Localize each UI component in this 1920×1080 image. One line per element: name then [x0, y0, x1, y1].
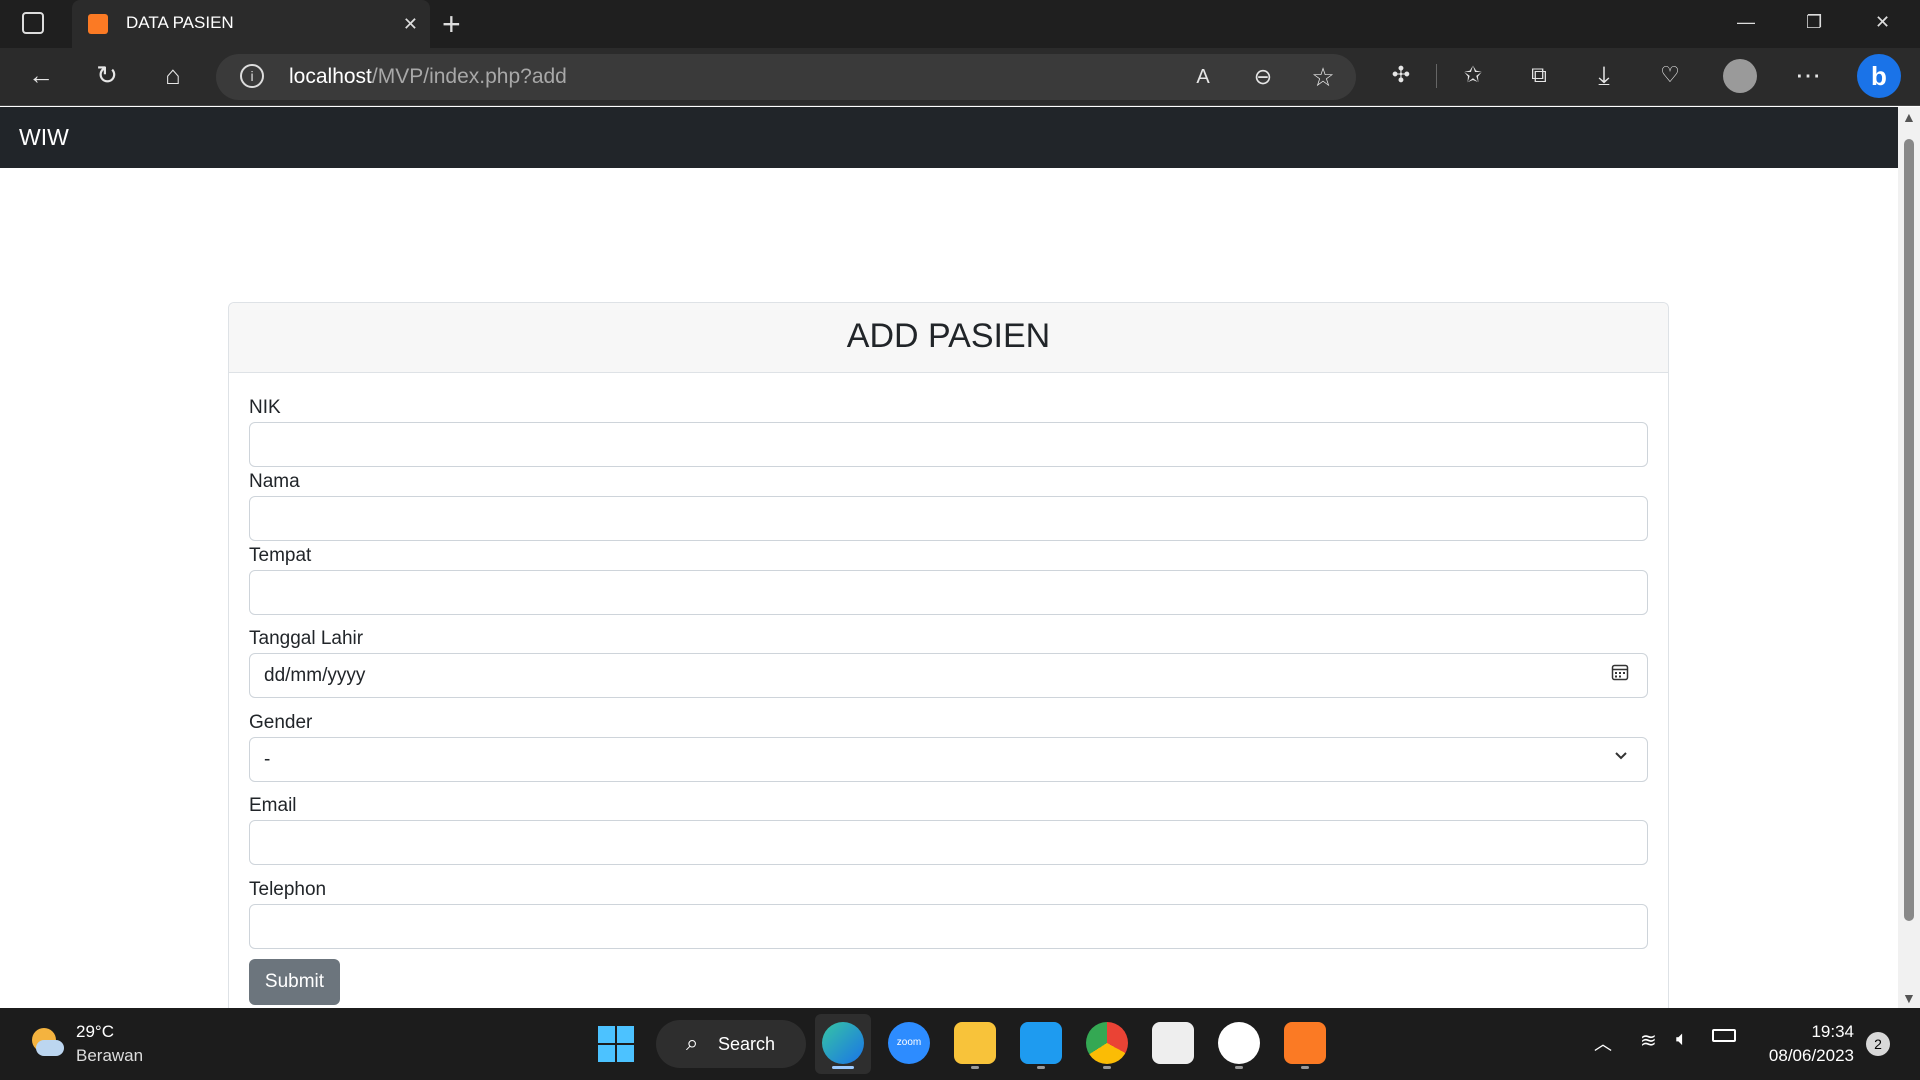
tempat-input[interactable]: [249, 570, 1648, 615]
form-title: ADD PASIEN: [846, 317, 1051, 355]
calendar-icon[interactable]: [1611, 663, 1629, 686]
telephon-input[interactable]: [249, 904, 1648, 949]
add-pasien-card: ADD PASIEN NIK Nama Tempat Tanggal Lahir…: [228, 302, 1669, 1008]
page-scrollbar[interactable]: ▲ ▼: [1898, 107, 1920, 1008]
tempat-label: Tempat: [249, 545, 312, 566]
gender-select[interactable]: -: [249, 737, 1648, 782]
search-icon: ⌕: [686, 1030, 699, 1055]
minimize-icon[interactable]: —: [1737, 12, 1755, 33]
tanggal-lahir-label: Tanggal Lahir: [249, 628, 364, 649]
refresh-icon[interactable]: ↻: [90, 58, 124, 92]
chevron-down-icon: [1613, 747, 1629, 768]
read-aloud-icon[interactable]: A: [1186, 60, 1220, 94]
browser-toolbar: ← ↻ ⌂ i localhost/MVP/index.php?add A ⊖ …: [0, 48, 1920, 106]
close-window-icon[interactable]: ✕: [1875, 12, 1890, 33]
nama-input[interactable]: [249, 496, 1648, 541]
notepad-icon[interactable]: [1218, 1022, 1260, 1064]
submit-button[interactable]: Submit: [249, 959, 340, 1005]
new-tab-button[interactable]: +: [442, 6, 461, 43]
back-icon[interactable]: ←: [24, 58, 58, 92]
tanggal-lahir-date-input[interactable]: dd/mm/yyyy: [249, 653, 1648, 698]
nik-label: NIK: [249, 397, 281, 418]
address-bar[interactable]: i localhost/MVP/index.php?add A ⊖ ☆: [216, 54, 1356, 100]
edge-active-indicator: [832, 1066, 854, 1069]
xampp-indicator: [1301, 1066, 1309, 1069]
tab-bar: DATA PASIEN ✕ + — ❐ ✕: [0, 0, 1920, 48]
windows-taskbar: 29°C Berawan ⌕ Search zoom ︿ ≋ 🔈︎ 19:34 …: [0, 1008, 1920, 1080]
zoom-out-icon[interactable]: ⊖: [1246, 60, 1280, 94]
xampp-favicon-icon: [88, 14, 108, 34]
nik-input[interactable]: [249, 422, 1648, 467]
bing-copilot-icon[interactable]: b: [1857, 54, 1901, 98]
profile-avatar[interactable]: [1723, 59, 1757, 93]
home-icon[interactable]: ⌂: [156, 58, 190, 92]
scroll-down-arrow-icon[interactable]: ▼: [1902, 990, 1916, 1006]
email-input[interactable]: [249, 820, 1648, 865]
snipping-tool-icon[interactable]: [1152, 1022, 1194, 1064]
nama-label: Nama: [249, 471, 300, 492]
wifi-icon[interactable]: ≋: [1640, 1028, 1657, 1053]
url-host: localhost: [289, 65, 372, 88]
gender-selected-value: -: [264, 749, 271, 770]
taskbar-search[interactable]: ⌕ Search: [656, 1020, 806, 1068]
notepad-indicator: [1235, 1066, 1243, 1069]
site-navbar: WIW: [0, 107, 1898, 168]
vscode-indicator: [1037, 1066, 1045, 1069]
browser-essentials-icon[interactable]: ♡: [1653, 58, 1687, 92]
gender-label: Gender: [249, 712, 313, 733]
extensions-icon[interactable]: ✣: [1384, 58, 1418, 92]
vscode-icon[interactable]: [1020, 1022, 1062, 1064]
telephon-label: Telephon: [249, 879, 327, 900]
more-options-icon[interactable]: ⋯: [1791, 58, 1825, 92]
clock-date[interactable]: 08/06/2023: [1736, 1046, 1854, 1066]
close-tab-icon[interactable]: ✕: [403, 14, 418, 35]
scroll-up-arrow-icon[interactable]: ▲: [1902, 109, 1916, 125]
chrome-icon[interactable]: [1086, 1022, 1128, 1064]
navbar-brand[interactable]: WIW: [19, 124, 69, 151]
weather-condition[interactable]: Berawan: [76, 1046, 143, 1066]
collections-icon[interactable]: ⧉: [1522, 58, 1556, 92]
clock-time[interactable]: 19:34: [1762, 1022, 1854, 1042]
favorites-icon[interactable]: ✩: [1456, 58, 1490, 92]
url-text: localhost/MVP/index.php?add: [289, 65, 567, 89]
url-path: /MVP/index.php?add: [371, 65, 567, 88]
tab-title: DATA PASIEN: [126, 13, 234, 32]
scrollbar-thumb[interactable]: [1904, 139, 1914, 921]
notification-count-badge[interactable]: 2: [1866, 1032, 1890, 1056]
start-button-icon[interactable]: [598, 1026, 634, 1062]
xampp-icon[interactable]: [1284, 1022, 1326, 1064]
date-placeholder: dd/mm/yyyy: [264, 665, 366, 686]
file-explorer-indicator: [971, 1066, 979, 1069]
tab-actions-icon[interactable]: [22, 12, 44, 34]
weather-icon[interactable]: [28, 1026, 64, 1060]
edge-icon[interactable]: [822, 1022, 864, 1064]
battery-icon[interactable]: [1712, 1029, 1736, 1042]
show-hidden-icons-chevron-icon[interactable]: ︿: [1594, 1030, 1612, 1056]
email-label: Email: [249, 795, 297, 816]
chrome-indicator: [1103, 1066, 1111, 1069]
file-explorer-icon[interactable]: [954, 1022, 996, 1064]
favorite-star-icon[interactable]: ☆: [1306, 60, 1340, 94]
toolbar-divider: [1436, 64, 1437, 88]
browser-tab[interactable]: DATA PASIEN ✕: [72, 0, 430, 48]
restore-icon[interactable]: ❐: [1806, 12, 1822, 33]
site-info-icon[interactable]: i: [240, 64, 264, 88]
zoom-icon[interactable]: zoom: [888, 1022, 930, 1064]
weather-temperature[interactable]: 29°C: [76, 1022, 114, 1042]
volume-icon[interactable]: 🔈︎: [1676, 1028, 1688, 1051]
card-header: ADD PASIEN: [229, 303, 1668, 373]
search-label: Search: [718, 1034, 776, 1054]
downloads-icon[interactable]: ⤓: [1587, 58, 1621, 92]
